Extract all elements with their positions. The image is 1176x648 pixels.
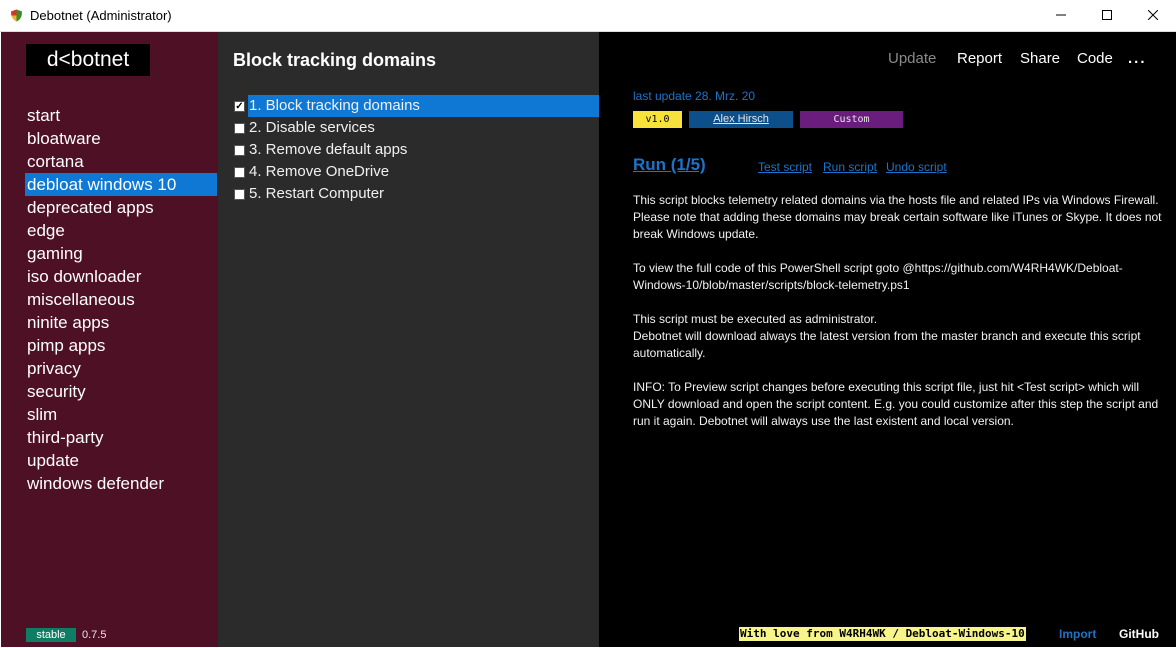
description-line: This script must be executed as administ…: [633, 312, 878, 326]
type-tag: Custom: [800, 111, 903, 128]
sidebar-item-slim[interactable]: slim: [25, 403, 217, 426]
run-script-link[interactable]: Run script: [823, 160, 877, 174]
script-checkbox[interactable]: [234, 123, 245, 134]
window-title: Debotnet (Administrator): [30, 8, 172, 23]
sidebar-item-update[interactable]: update: [25, 449, 217, 472]
author-tag-link[interactable]: Alex Hirsch: [689, 111, 793, 128]
script-item-remove-onedrive[interactable]: 4. Remove OneDrive: [234, 161, 599, 183]
close-button[interactable]: [1130, 0, 1176, 31]
credits-banner: With love from W4RH4WK / Debloat-Windows…: [739, 627, 1026, 641]
update-button[interactable]: Update: [888, 50, 936, 67]
sidebar-item-edge[interactable]: edge: [25, 219, 217, 242]
script-item-label: 3. Remove default apps: [249, 141, 408, 158]
script-description: This script blocks telemetry related dom…: [633, 192, 1169, 447]
sidebar-item-ninite-apps[interactable]: ninite apps: [25, 311, 217, 334]
app-logo: d<botnet: [26, 44, 150, 76]
sidebar-item-start[interactable]: start: [25, 104, 217, 127]
script-checkbox[interactable]: [234, 167, 245, 178]
description-line: This script blocks telemetry related dom…: [633, 193, 1159, 207]
category-nav: start bloatware cortana debloat windows …: [25, 104, 217, 495]
sidebar-item-gaming[interactable]: gaming: [25, 242, 217, 265]
script-checkbox[interactable]: [234, 189, 245, 200]
description-paragraph: INFO: To Preview script changes before e…: [633, 379, 1169, 430]
script-item-block-tracking-domains[interactable]: ✓ 1. Block tracking domains: [234, 95, 599, 117]
script-item-label: 2. Disable services: [249, 119, 375, 136]
script-item-restart-computer[interactable]: 5. Restart Computer: [234, 183, 599, 205]
sidebar-item-cortana[interactable]: cortana: [25, 150, 217, 173]
script-checkbox-checked[interactable]: ✓: [234, 101, 245, 112]
script-item-label: 1. Block tracking domains: [248, 95, 599, 117]
sidebar-item-third-party[interactable]: third-party: [25, 426, 217, 449]
script-detail-pane: Update Report Share Code ... last update…: [599, 32, 1176, 647]
script-checkbox[interactable]: [234, 145, 245, 156]
minimize-button[interactable]: [1038, 0, 1084, 31]
more-options-button[interactable]: ...: [1128, 50, 1147, 67]
script-item-label: 4. Remove OneDrive: [249, 163, 390, 180]
sidebar-item-miscellaneous[interactable]: miscellaneous: [25, 288, 217, 311]
sidebar-item-security[interactable]: security: [25, 380, 217, 403]
script-item-remove-default-apps[interactable]: 3. Remove default apps: [234, 139, 599, 161]
share-button[interactable]: Share: [1020, 50, 1060, 67]
sidebar-item-privacy[interactable]: privacy: [25, 357, 217, 380]
sidebar-item-pimp-apps[interactable]: pimp apps: [25, 334, 217, 357]
description-paragraph: To view the full code of this PowerShell…: [633, 260, 1169, 294]
description-paragraph: This script must be executed as administ…: [633, 311, 1169, 362]
test-script-link[interactable]: Test script: [758, 160, 812, 174]
sidebar-item-deprecated-apps[interactable]: deprecated apps: [25, 196, 217, 219]
last-update-text: last update 28. Mrz. 20: [633, 89, 756, 103]
description-line: Debotnet will download always the latest…: [633, 329, 1141, 360]
script-item-disable-services[interactable]: 2. Disable services: [234, 117, 599, 139]
description-line: To view the full code of this PowerShell…: [633, 261, 1123, 292]
description-paragraph: This script blocks telemetry related dom…: [633, 192, 1169, 243]
close-icon: [1147, 7, 1159, 25]
title-bar: Debotnet (Administrator): [0, 0, 1176, 32]
sidebar-item-iso-downloader[interactable]: iso downloader: [25, 265, 217, 288]
sidebar: d<botnet start bloatware cortana debloat…: [1, 32, 218, 647]
import-link[interactable]: Import: [1059, 627, 1096, 641]
version-number: 0.7.5: [82, 629, 107, 641]
channel-badge: stable: [26, 628, 76, 642]
sidebar-item-windows-defender[interactable]: windows defender: [25, 472, 217, 495]
pane-heading: Block tracking domains: [233, 50, 437, 70]
report-button[interactable]: Report: [957, 50, 1002, 67]
run-link[interactable]: Run (1/5): [633, 155, 706, 175]
description-line: INFO: To Preview script changes before e…: [633, 380, 1159, 428]
shield-app-icon: [10, 9, 23, 22]
code-button[interactable]: Code: [1077, 50, 1113, 67]
maximize-button[interactable]: [1084, 0, 1130, 31]
description-line: Please note that adding these domains ma…: [633, 210, 1162, 241]
script-item-label: 5. Restart Computer: [249, 185, 385, 202]
minimize-icon: [1056, 7, 1066, 25]
script-list: ✓ 1. Block tracking domains 2. Disable s…: [234, 95, 599, 205]
maximize-icon: [1102, 7, 1112, 25]
version-tag: v1.0: [633, 111, 682, 128]
script-list-pane: Block tracking domains ✓ 1. Block tracki…: [218, 32, 599, 647]
sidebar-item-debloat-windows-10[interactable]: debloat windows 10: [25, 173, 217, 196]
undo-script-link[interactable]: Undo script: [886, 160, 947, 174]
sidebar-item-bloatware[interactable]: bloatware: [25, 127, 217, 150]
github-link[interactable]: GitHub: [1119, 627, 1159, 641]
